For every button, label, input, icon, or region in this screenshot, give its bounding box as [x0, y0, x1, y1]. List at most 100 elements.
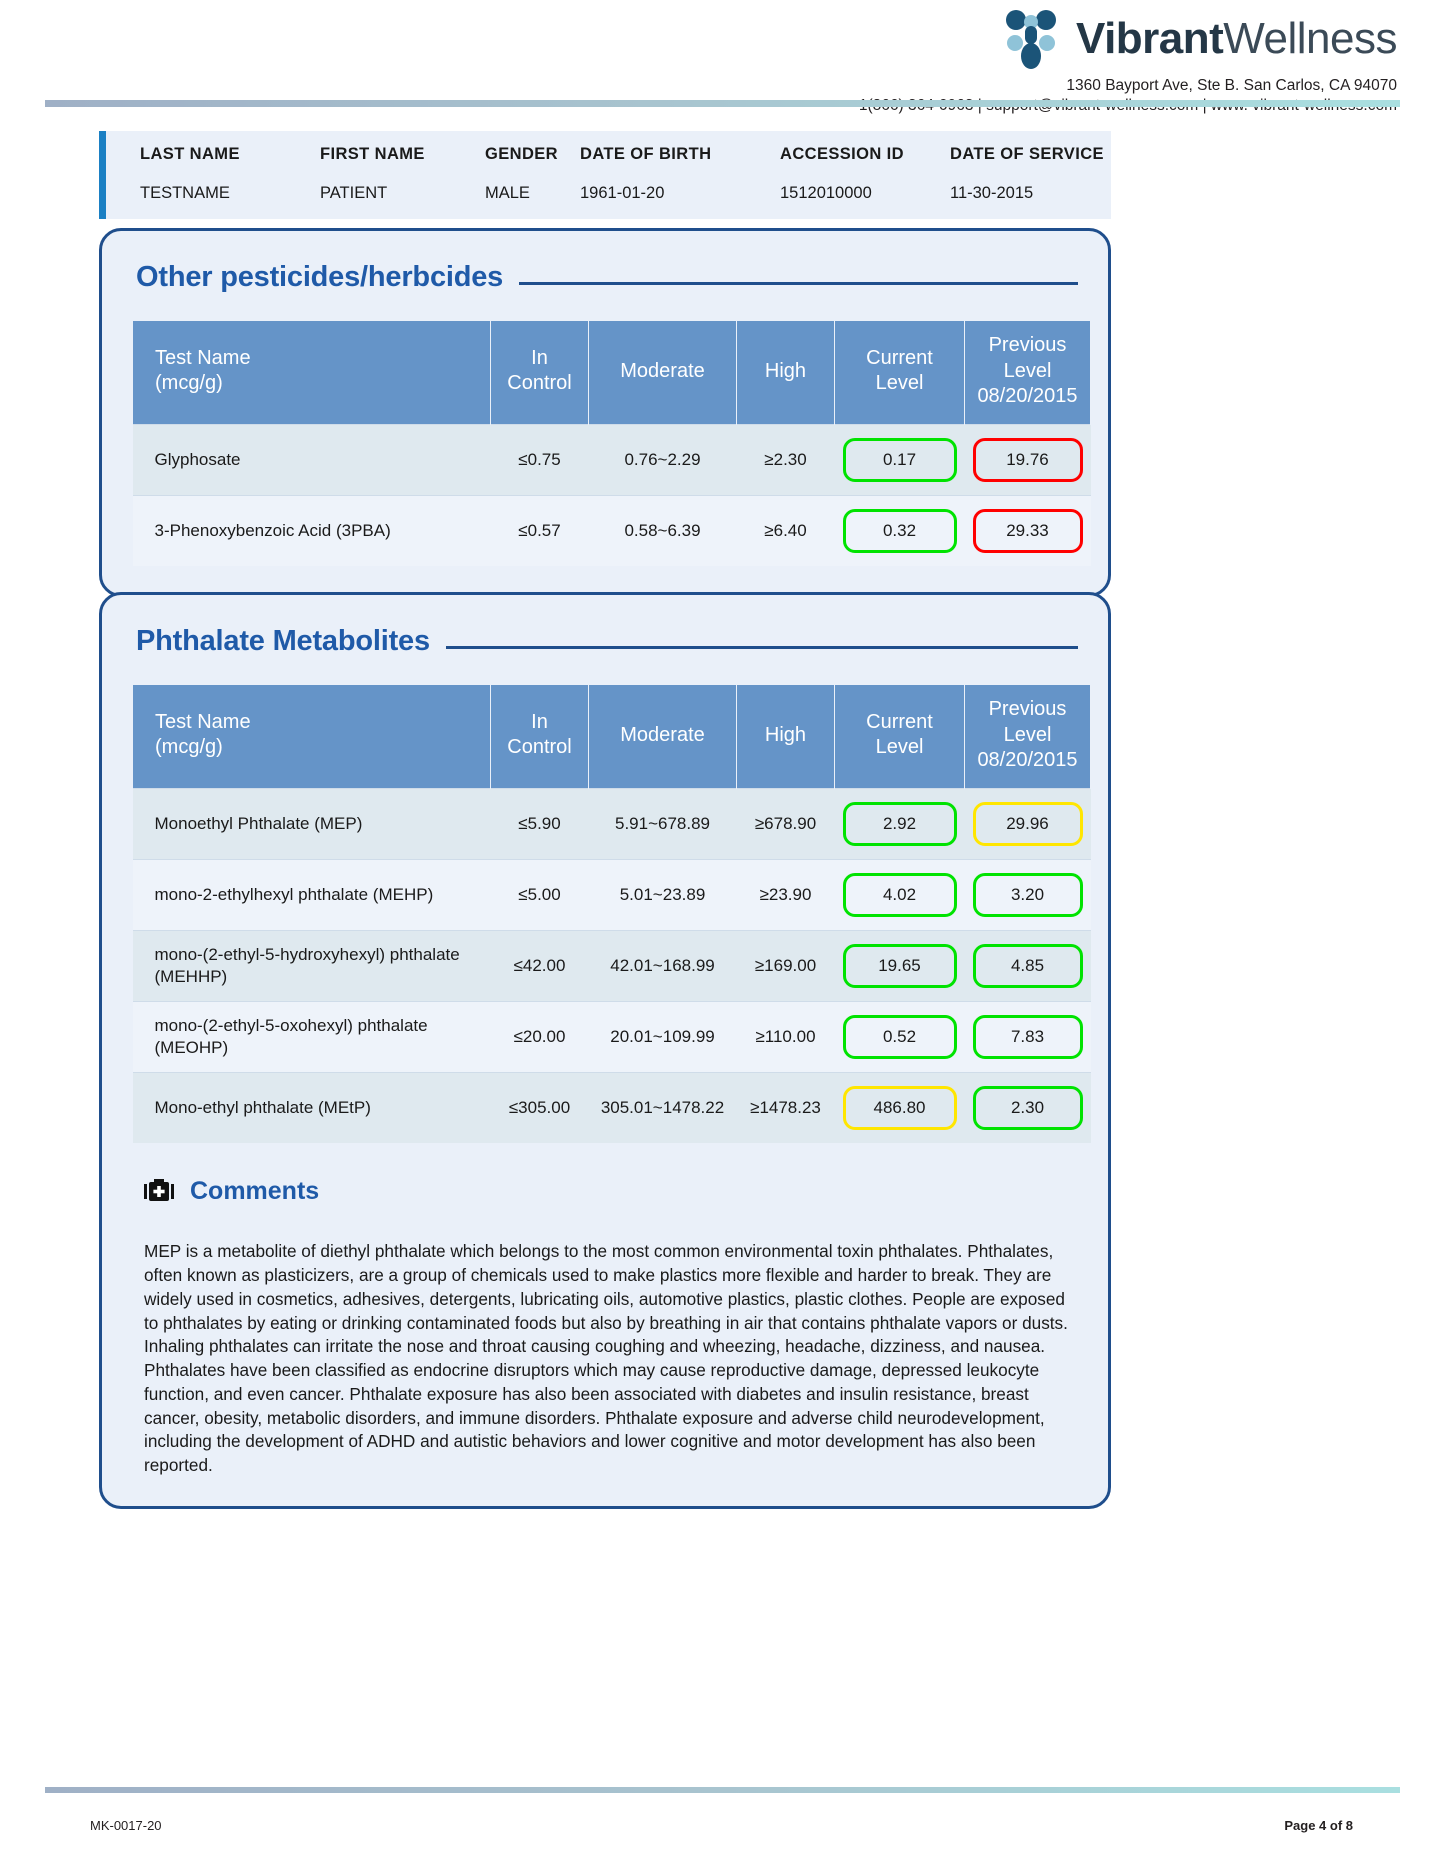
current-level-value-cell: 0.52 — [834, 1001, 965, 1073]
previous-level-value: 2.30 — [972, 1086, 1083, 1131]
cell-high: ≥1478.23 — [736, 1072, 835, 1144]
cell-in-control: ≤305.00 — [490, 1072, 589, 1144]
cell-moderate: 20.01~109.99 — [588, 1001, 737, 1073]
results-table: Test Name (mcg/g) In Control Moderate Hi… — [132, 684, 1091, 1144]
cell-moderate: 0.76~2.29 — [588, 423, 737, 496]
previous-level-value: 19.76 — [972, 437, 1083, 482]
comments-title: Comments — [190, 1177, 320, 1206]
comments-header: Comments — [144, 1177, 1078, 1206]
cell-in-control: ≤0.57 — [490, 494, 589, 566]
cell-high: ≥169.00 — [736, 929, 835, 1002]
previous-level-value: 4.85 — [972, 944, 1083, 989]
patient-header-gender: GENDER — [485, 145, 558, 163]
current-level-value-cell: 19.65 — [834, 929, 965, 1002]
table-row: Glyphosate ≤0.75 0.76~2.29 ≥2.30 0.17 19.76 — [132, 423, 1091, 496]
col-header-test-name-label: Test Name — [155, 346, 251, 369]
comments-text: MEP is a metabolite of diethyl phthalate… — [144, 1241, 1068, 1476]
col-header-in-control-l2: Control — [507, 372, 572, 395]
col-header-test-name-unit: (mcg/g) — [155, 736, 223, 759]
cell-moderate: 5.01~23.89 — [588, 858, 737, 931]
panel-title-underline — [519, 282, 1078, 285]
cell-high: ≥23.90 — [736, 858, 835, 931]
brand-name-bold: Vibrant — [1076, 14, 1224, 63]
brand-name: VibrantWellness — [1076, 17, 1397, 61]
previous-level-value: 7.83 — [972, 1015, 1083, 1060]
previous-level-value: 29.96 — [972, 801, 1083, 846]
col-header-previous-level: Previous Level 08/20/2015 — [964, 684, 1091, 789]
cell-in-control: ≤5.00 — [490, 858, 589, 931]
col-header-test-name: Test Name (mcg/g) — [132, 320, 491, 425]
col-header-current-level: Current Level — [834, 684, 965, 789]
cell-name: Monoethyl Phthalate (MEP) — [132, 787, 491, 860]
results-table-head: Test Name (mcg/g) In Control Moderate Hi… — [132, 320, 1091, 425]
col-header-in-control-l1: In — [531, 346, 548, 369]
col-header-in-control-l2: Control — [507, 736, 572, 759]
cell-name: mono-(2-ethyl-5-oxohexyl) phthalate (MEO… — [132, 1001, 491, 1073]
panel-title-text: Phthalate Metabolites — [136, 625, 430, 657]
cell-in-control: ≤20.00 — [490, 1001, 589, 1073]
col-header-previous-l2: Level — [1003, 723, 1052, 746]
current-level-value-cell: 4.02 — [834, 858, 965, 931]
patient-header-first-name: FIRST NAME — [320, 145, 425, 163]
patient-header-accession: ACCESSION ID — [780, 145, 904, 163]
cell-moderate: 305.01~1478.22 — [588, 1072, 737, 1144]
table-header-row: Test Name (mcg/g) In Control Moderate Hi… — [132, 320, 1091, 425]
col-header-moderate: Moderate — [588, 320, 737, 425]
previous-level-value-cell: 3.20 — [964, 858, 1091, 931]
patient-header-service: DATE OF SERVICE — [950, 145, 1104, 163]
table-row: 3-Phenoxybenzoic Acid (3PBA) ≤0.57 0.58~6.… — [132, 494, 1091, 566]
cell-name: Glyphosate — [132, 423, 491, 496]
col-header-in-control: In Control — [490, 684, 589, 789]
cell-high: ≥678.90 — [736, 787, 835, 860]
cell-high: ≥6.40 — [736, 494, 835, 566]
current-level-value: 0.17 — [842, 437, 957, 482]
brand-block: VibrantWellness 1360 Bayport Ave, Ste B.… — [859, 8, 1397, 115]
footer-doc-code: MK-0017-20 — [90, 1818, 162, 1833]
cell-in-control: ≤5.90 — [490, 787, 589, 860]
table-header-row: Test Name (mcg/g) In Control Moderate Hi… — [132, 684, 1091, 789]
col-header-current-l2: Level — [875, 736, 924, 759]
col-header-high: High — [736, 684, 835, 789]
cell-name: mono-2-ethylhexyl phthalate (MEHP) — [132, 858, 491, 931]
panel-title-row: Phthalate Metabolites — [136, 625, 1078, 658]
patient-info-bar: LAST NAME FIRST NAME GENDER DATE OF BIRT… — [99, 131, 1111, 219]
brand-address: 1360 Bayport Ave, Ste B. San Carlos, CA … — [1066, 77, 1397, 94]
table-row: mono-(2-ethyl-5-oxohexyl) phthalate (MEO… — [132, 1001, 1091, 1073]
col-header-current-l1: Current — [866, 346, 933, 369]
previous-level-value: 29.33 — [972, 508, 1083, 553]
col-header-current-l2: Level — [875, 372, 924, 395]
table-row: Mono-ethyl phthalate (MEtP) ≤305.00 305.01… — [132, 1072, 1091, 1144]
panel-other-pesticides: Other pesticides/herbcides Test Name (mc… — [99, 228, 1111, 597]
previous-level-value-cell: 2.30 — [964, 1072, 1091, 1144]
panel-title-row: Other pesticides/herbcides — [136, 261, 1078, 294]
patient-value-last-name: TESTNAME — [140, 184, 230, 202]
cell-name: mono-(2-ethyl-5-hydroxyhexyl) phthalate … — [132, 929, 491, 1002]
col-header-previous-l1: Previous — [988, 334, 1067, 356]
col-header-previous-l1: Previous — [988, 698, 1067, 720]
footer-divider — [45, 1787, 1400, 1793]
cell-moderate: 42.01~168.99 — [588, 929, 737, 1002]
patient-value-first-name: PATIENT — [320, 184, 388, 202]
results-table: Test Name (mcg/g) In Control Moderate Hi… — [132, 320, 1091, 566]
results-table-head: Test Name (mcg/g) In Control Moderate Hi… — [132, 684, 1091, 789]
col-header-previous-date: 08/20/2015 — [977, 385, 1078, 408]
col-header-current-l1: Current — [866, 710, 933, 733]
current-level-value: 4.02 — [842, 872, 957, 917]
col-header-test-name-unit: (mcg/g) — [155, 372, 223, 395]
previous-level-value-cell: 19.76 — [964, 423, 1091, 496]
col-header-in-control: In Control — [490, 320, 589, 425]
current-level-value-cell: 0.32 — [834, 494, 965, 566]
col-header-high: High — [736, 320, 835, 425]
cell-name: Mono-ethyl phthalate (MEtP) — [132, 1072, 491, 1144]
table-row: mono-(2-ethyl-5-hydroxyhexyl) phthalate … — [132, 929, 1091, 1002]
previous-level-value-cell: 4.85 — [964, 929, 1091, 1002]
col-header-test-name-label: Test Name — [155, 710, 251, 733]
patient-header-last-name: LAST NAME — [140, 145, 240, 163]
table-row: Monoethyl Phthalate (MEP) ≤5.90 5.91~678.8… — [132, 787, 1091, 860]
panel-title-text: Other pesticides/herbcides — [136, 261, 504, 293]
results-table-body: Glyphosate ≤0.75 0.76~2.29 ≥2.30 0.17 19.76 3-… — [132, 423, 1091, 566]
current-level-value-cell: 2.92 — [834, 787, 965, 860]
col-header-previous-level: Previous Level 08/20/2015 — [964, 320, 1091, 425]
col-header-previous-l2: Level — [1003, 359, 1052, 382]
col-header-previous-date: 08/20/2015 — [977, 749, 1078, 772]
